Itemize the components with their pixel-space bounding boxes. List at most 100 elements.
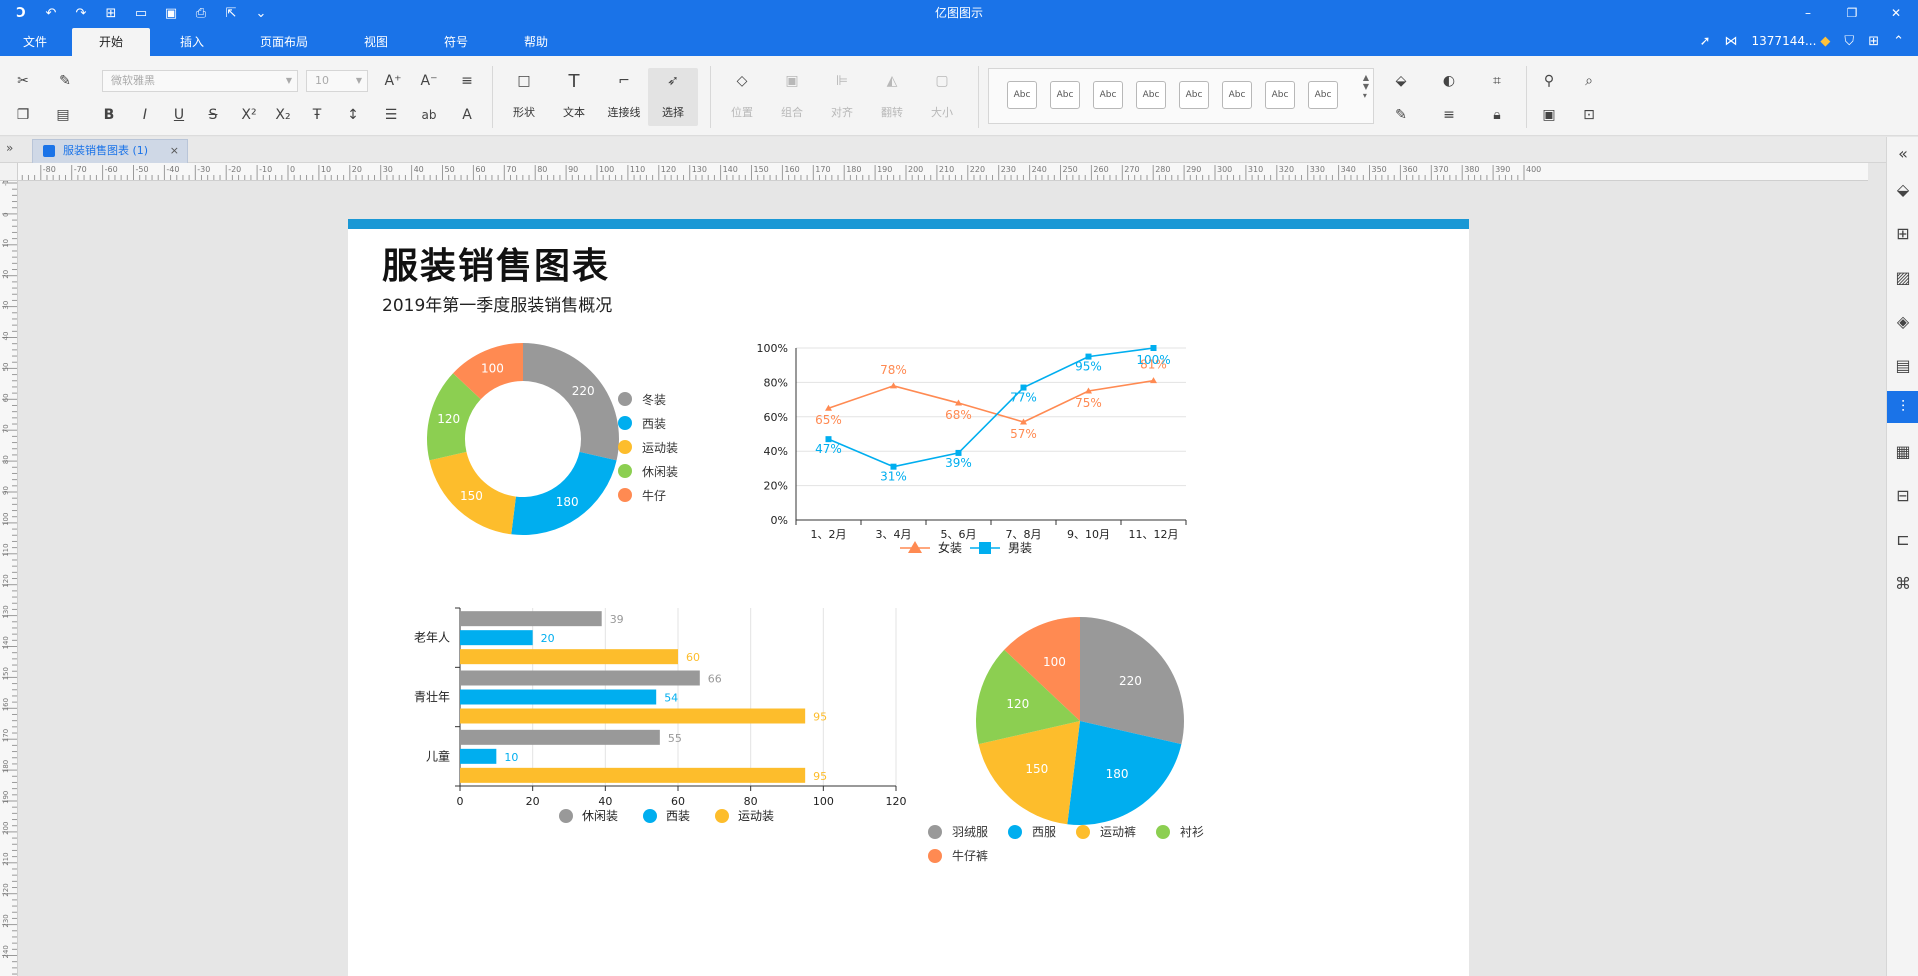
redo-icon[interactable]: ↷: [70, 2, 92, 24]
line-spacing-icon[interactable]: ↕: [342, 104, 364, 126]
group-tool-label[interactable]: 组合: [767, 104, 817, 120]
paste-icon[interactable]: ▤: [52, 104, 74, 126]
close-button[interactable]: ✕: [1874, 0, 1918, 26]
expand-panel-icon[interactable]: »: [6, 141, 13, 155]
style-swatch[interactable]: Abc: [1007, 81, 1037, 109]
style-swatch[interactable]: Abc: [1308, 81, 1338, 109]
layers-panel-icon[interactable]: ◈: [1887, 305, 1918, 337]
bar[interactable]: [460, 729, 660, 745]
page-subtitle[interactable]: 2019年第一季度服装销售概况: [382, 291, 612, 316]
bar[interactable]: [460, 708, 806, 724]
subscript-icon[interactable]: X₂: [272, 104, 294, 126]
select-tool-label[interactable]: 选择: [648, 104, 698, 120]
style-swatch[interactable]: Abc: [1222, 81, 1252, 109]
position-layers-icon[interactable]: ◇: [731, 70, 753, 92]
connector-tool-label[interactable]: 连接线: [599, 104, 649, 120]
horizontal-ruler[interactable]: -80 -70 -60 -50 -40 -30 -20 -10 0 10 20 30 40 50 60 70 8…: [18, 163, 1868, 181]
lock-icon[interactable]: 🔒︎: [1486, 104, 1508, 126]
copy-icon[interactable]: ❐: [12, 104, 34, 126]
find-replace-icon[interactable]: ⌕: [1578, 70, 1600, 92]
undo-icon[interactable]: ↶: [40, 2, 62, 24]
style-swatch[interactable]: Abc: [1265, 81, 1295, 109]
vertical-ruler[interactable]: -10 0 10 20 30 40 50 60 70 80 90 100 110 120 130 140 150…: [0, 181, 18, 976]
apps-grid-icon[interactable]: ⊞: [1868, 34, 1879, 49]
tab-view[interactable]: 视图: [348, 28, 404, 56]
customize-chevron-icon[interactable]: ⌄: [250, 2, 272, 24]
pie-slice[interactable]: [523, 343, 619, 461]
bar-chart[interactable]: 0 20 40 60 80 100 120 老年人 39 20 60 青壮年 66 54 95 儿童 55 10 9…: [388, 604, 928, 834]
page[interactable]: 服装销售图表 2019年第一季度服装销售概况 220 180 150 120 100 冬…: [348, 219, 1469, 976]
page-title[interactable]: 服装销售图表: [382, 237, 610, 289]
fill-bucket-icon[interactable]: ⬙: [1390, 70, 1412, 92]
line-color-icon[interactable]: ✎: [1390, 104, 1412, 126]
chart-panel-icon[interactable]: ⫶: [1887, 391, 1918, 423]
document-tab[interactable]: 服装销售图表 (1) ×: [32, 139, 188, 163]
collapse-sidebar-icon[interactable]: «: [1887, 137, 1918, 169]
font-shrink-icon[interactable]: A⁻: [418, 70, 440, 92]
line-chart[interactable]: 0% 20% 40% 60% 80% 100% 1、2月 3、4月 5、6月 7、8月 9、10月 1…: [738, 334, 1218, 564]
bar[interactable]: [460, 670, 700, 686]
bar[interactable]: [460, 689, 657, 705]
connector-icon[interactable]: ⌐: [613, 70, 635, 92]
format-painter-icon[interactable]: ✎: [54, 70, 76, 92]
shadow-icon[interactable]: ◐: [1438, 70, 1460, 92]
select-arrow-icon[interactable]: ➶: [662, 70, 684, 92]
text-style-icon[interactable]: Ŧ: [306, 104, 328, 126]
series-line[interactable]: [828, 347, 1154, 468]
underline-icon[interactable]: U: [168, 104, 190, 126]
send-icon[interactable]: ➚: [1700, 34, 1711, 49]
collapse-ribbon-icon[interactable]: ⌃: [1893, 34, 1904, 49]
font-size-select[interactable]: 10 ▼: [306, 70, 368, 92]
font-family-select[interactable]: 微软雅黑 ▼: [102, 70, 298, 92]
page-panel-icon[interactable]: ▤: [1887, 349, 1918, 381]
case-icon[interactable]: ab: [418, 104, 440, 126]
new-file-icon[interactable]: ⊞: [100, 2, 122, 24]
app-logo-icon[interactable]: Ɔ: [10, 2, 32, 24]
strikethrough-icon[interactable]: S: [202, 104, 224, 126]
vip-diamond-icon[interactable]: ◆: [1820, 34, 1830, 49]
bar[interactable]: [460, 630, 533, 646]
bar[interactable]: [460, 649, 678, 665]
size-icon[interactable]: ▢: [931, 70, 953, 92]
line-style-icon[interactable]: ≡: [1438, 104, 1460, 126]
style-swatch[interactable]: Abc: [1179, 81, 1209, 109]
bar[interactable]: [460, 748, 497, 764]
tab-insert[interactable]: 插入: [164, 28, 220, 56]
series-line[interactable]: [828, 379, 1154, 423]
style-swatch[interactable]: Abc: [1136, 81, 1166, 109]
position-tool-label[interactable]: 位置: [717, 104, 767, 120]
font-grow-icon[interactable]: A⁺: [382, 70, 404, 92]
data-panel-icon[interactable]: ⊟: [1887, 479, 1918, 511]
font-color-icon[interactable]: A: [456, 104, 478, 126]
pie-slice[interactable]: [511, 451, 617, 535]
bar[interactable]: [460, 611, 602, 627]
data-point[interactable]: [1150, 345, 1157, 351]
image-panel-icon[interactable]: ▨: [1887, 261, 1918, 293]
cut-icon[interactable]: ✂: [12, 70, 34, 92]
data-point[interactable]: [890, 382, 897, 389]
tab-page-layout[interactable]: 页面布局: [248, 28, 320, 56]
bullet-list-icon[interactable]: ☰: [380, 104, 402, 126]
bold-icon[interactable]: B: [98, 104, 120, 126]
fit-page-icon[interactable]: ▣: [1538, 104, 1560, 126]
minimize-button[interactable]: –: [1786, 0, 1830, 26]
align-tool-label[interactable]: 对齐: [817, 104, 867, 120]
shape-tool-label[interactable]: 形状: [499, 104, 549, 120]
print-icon[interactable]: ⎙: [190, 2, 212, 24]
open-file-icon[interactable]: ▭: [130, 2, 152, 24]
style-panel-icon[interactable]: ⊞: [1887, 217, 1918, 249]
theme-shirt-icon[interactable]: ⛉: [1844, 34, 1854, 49]
align-icon[interactable]: ≡: [456, 70, 478, 92]
data-point[interactable]: [1150, 377, 1157, 384]
crop-icon[interactable]: ⌗: [1486, 70, 1508, 92]
italic-icon[interactable]: I: [134, 104, 156, 126]
arrange-icon[interactable]: ⊡: [1578, 104, 1600, 126]
gallery-scroll-arrows-icon[interactable]: ▲ ▼ ▾: [1363, 73, 1369, 100]
style-swatch[interactable]: Abc: [1050, 81, 1080, 109]
user-name[interactable]: 1377144...: [1752, 34, 1817, 48]
align-objects-icon[interactable]: ⊫: [831, 70, 853, 92]
tab-help[interactable]: 帮助: [508, 28, 564, 56]
group-icon[interactable]: ▣: [781, 70, 803, 92]
restore-button[interactable]: ❐: [1830, 0, 1874, 26]
zoom-search-icon[interactable]: ⚲: [1538, 70, 1560, 92]
